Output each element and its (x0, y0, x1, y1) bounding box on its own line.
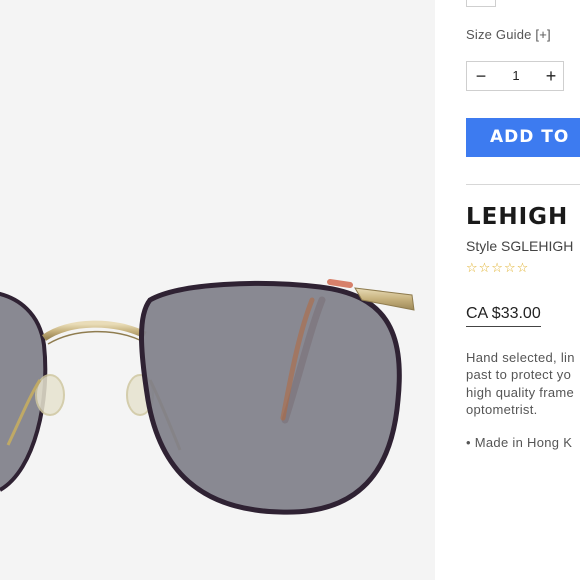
size-guide-link[interactable]: Size Guide [+] (466, 27, 551, 42)
style-number: Style SGLEHIGH (466, 238, 574, 254)
feature-bullet: • Made in Hong K (466, 435, 573, 450)
description-line: Hand selected, lin (466, 350, 575, 365)
quantity-value[interactable]: 1 (501, 62, 531, 90)
description-line: past to protect yo (466, 367, 572, 383)
plus-icon[interactable]: + (537, 62, 565, 90)
product-description: Hand selected, lin past to protect yo hi… (466, 349, 580, 418)
quantity-stepper[interactable]: − 1 + (466, 61, 564, 91)
price: CA $33.00 (466, 305, 541, 327)
description-line: optometrist. (466, 401, 538, 417)
add-to-cart-button[interactable]: ADD TO (466, 118, 580, 157)
description-line: high quality frame (466, 384, 575, 400)
rating-stars[interactable]: ☆☆☆☆☆ (466, 260, 529, 276)
color-swatch[interactable] (466, 0, 496, 7)
minus-icon[interactable]: − (467, 62, 495, 90)
product-title: LEHIGH (466, 204, 569, 230)
product-image-panel[interactable] (0, 0, 435, 580)
divider (466, 184, 580, 185)
sunglasses-image (0, 279, 415, 515)
